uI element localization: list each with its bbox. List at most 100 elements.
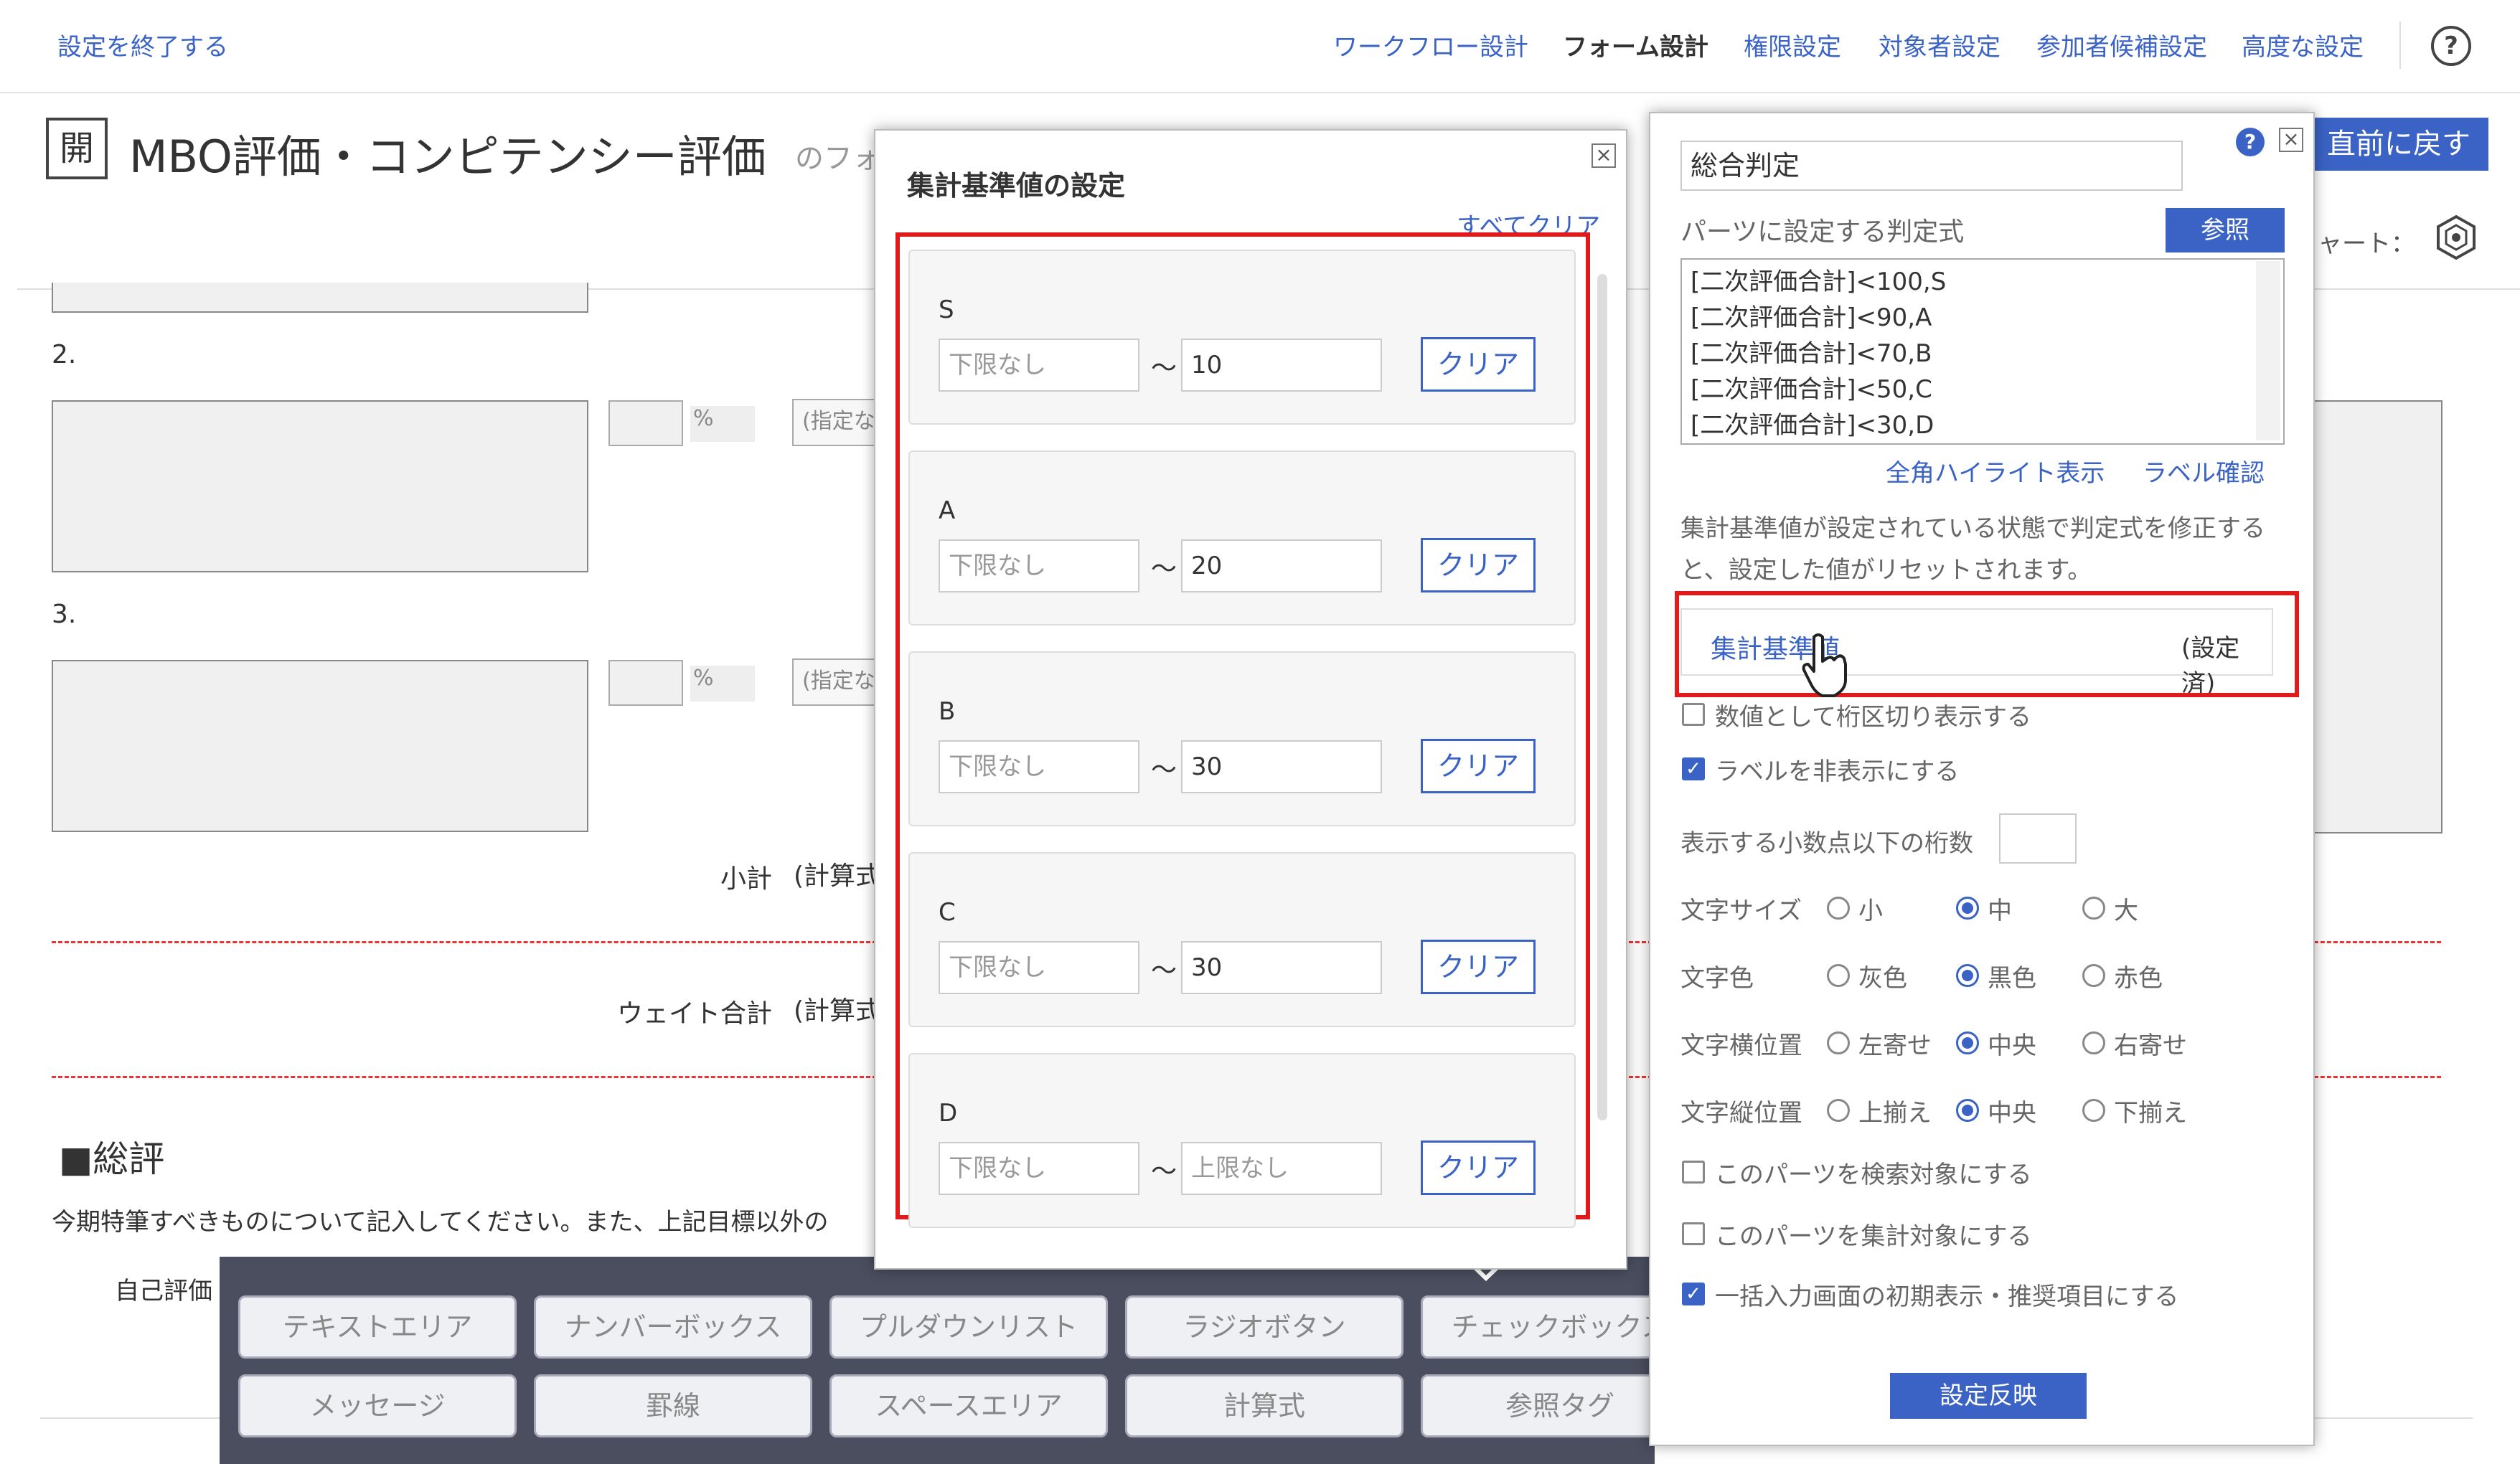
formula-textarea[interactable]: [二次評価合計]<100,S [二次評価合計]<90,A [二次評価合計]<70… [1680, 258, 2285, 445]
part-radio[interactable]: ラジオボタン [1125, 1295, 1404, 1359]
grade-select-3[interactable]: (指定な [792, 658, 885, 706]
part-space[interactable]: スペースエリア [829, 1374, 1108, 1437]
part-pulldown[interactable]: プルダウンリスト [829, 1295, 1108, 1359]
range-tilde: ～ [1151, 354, 1177, 383]
nav-permission-settings[interactable]: 権限設定 [1744, 27, 1841, 62]
chart-settings-icon[interactable] [2432, 214, 2480, 261]
rank-name: C [939, 898, 956, 927]
nav-workflow-design[interactable]: ワークフロー設計 [1333, 27, 1528, 62]
reference-button[interactable]: 参照 [2166, 208, 2285, 252]
formula-line: [二次評価合計]<50,C [1691, 375, 1932, 404]
dialog-title: 集計基準値の設定 [907, 170, 1126, 202]
v-align-top-radio[interactable] [1827, 1099, 1850, 1122]
decimals-input[interactable] [1999, 813, 2077, 864]
part-settings-dialog: ? × 総合判定 パーツに設定する判定式 参照 [二次評価合計]<100,S [… [1649, 112, 2315, 1446]
close-icon[interactable]: × [1592, 143, 1616, 168]
lower-limit-input[interactable]: 下限なし [939, 339, 1139, 392]
font-size-large-radio[interactable] [2082, 897, 2105, 920]
lower-limit-input[interactable]: 下限なし [939, 539, 1139, 592]
font-size-small-radio[interactable] [1827, 897, 1850, 920]
numeric-separator-label: 数値として桁区切り表示する [1715, 703, 2031, 732]
part-name-input[interactable]: 総合判定 [1680, 141, 2183, 191]
search-target-label: このパーツを検索対象にする [1715, 1161, 2032, 1189]
font-color-gray-radio[interactable] [1827, 964, 1850, 987]
close-icon[interactable]: × [2279, 128, 2303, 152]
clear-button[interactable]: クリア [1421, 739, 1536, 793]
dialog-scrollbar[interactable] [1597, 274, 1607, 1120]
text-area-3[interactable] [52, 660, 588, 832]
subtotal-formula: (計算式 [794, 861, 882, 891]
clear-button[interactable]: クリア [1421, 940, 1536, 994]
nav-target-settings[interactable]: 対象者設定 [1879, 27, 2001, 62]
h-align-center-radio[interactable] [1956, 1031, 1979, 1054]
range-tilde: ～ [1151, 956, 1177, 986]
upper-limit-input[interactable]: 30 [1181, 740, 1382, 793]
text-area-1[interactable] [52, 283, 588, 313]
help-icon[interactable]: ? [2431, 26, 2471, 66]
h-align-right-radio[interactable] [2082, 1031, 2105, 1054]
clear-button[interactable]: クリア [1421, 1140, 1536, 1195]
v-align-middle-radio[interactable] [1956, 1099, 1979, 1122]
lower-limit-input[interactable]: 下限なし [939, 740, 1139, 793]
item-number-2: 2. [52, 340, 77, 369]
help-icon[interactable]: ? [2236, 128, 2265, 156]
page-title-suffix: のフォ [795, 142, 881, 175]
numeric-separator-checkbox[interactable] [1682, 703, 1705, 726]
lower-limit-input[interactable]: 下限なし [939, 941, 1139, 994]
fullwidth-highlight-link[interactable]: 全角ハイライト表示 [1886, 453, 2105, 488]
formula-line: [二次評価合計]<100,S [1691, 268, 1947, 296]
upper-limit-input[interactable]: 20 [1181, 539, 1382, 592]
clear-button[interactable]: クリア [1421, 337, 1536, 392]
grade-select-2[interactable]: (指定な [792, 399, 885, 446]
rank-row-d: D 下限なし ～ 上限なし クリア [908, 1053, 1576, 1228]
undo-button[interactable]: 直前に戻す [2309, 118, 2488, 171]
rank-row-s: S 下限なし ～ 10 クリア [908, 250, 1576, 425]
bulk-input-checkbox[interactable]: ✓ [1682, 1283, 1705, 1305]
rank-name: D [939, 1099, 958, 1128]
weight-input-2[interactable] [608, 400, 683, 446]
nav-participant-settings[interactable]: 参加者候補設定 [2036, 27, 2207, 62]
font-size-medium-label: 中 [1988, 897, 2012, 925]
rank-name: S [939, 296, 954, 324]
part-rule[interactable]: 罫線 [534, 1374, 812, 1437]
instruction-text: 今期特筆すべきものについて記入してください。また、上記目標以外の [52, 1208, 829, 1237]
exit-settings-link[interactable]: 設定を終了する [57, 27, 228, 62]
text-area-2[interactable] [52, 400, 588, 572]
upper-limit-input[interactable]: 10 [1181, 339, 1382, 392]
rank-name: A [939, 496, 956, 525]
hide-label-checkbox[interactable]: ✓ [1682, 757, 1705, 780]
v-align-bottom-radio[interactable] [2082, 1099, 2105, 1122]
part-textarea[interactable]: テキストエリア [238, 1295, 517, 1359]
v-align-top-label: 上揃え [1858, 1099, 1932, 1128]
search-target-checkbox[interactable] [1682, 1161, 1705, 1184]
part-message[interactable]: メッセージ [238, 1374, 517, 1437]
apply-settings-button[interactable]: 設定反映 [1890, 1373, 2087, 1419]
aggregate-target-checkbox[interactable] [1682, 1222, 1705, 1245]
part-numberbox[interactable]: ナンバーボックス [534, 1295, 812, 1359]
h-align-left-radio[interactable] [1827, 1031, 1850, 1054]
font-color-red-radio[interactable] [2082, 964, 2105, 987]
h-align-right-label: 右寄せ [2114, 1031, 2187, 1060]
nav-advanced-settings[interactable]: 高度な設定 [2242, 27, 2364, 62]
percent-label-3: % [690, 666, 755, 702]
lower-limit-input[interactable]: 下限なし [939, 1142, 1139, 1195]
range-tilde: ～ [1151, 1157, 1177, 1186]
font-color-red-label: 赤色 [2114, 964, 2163, 993]
formula-line: [二次評価合計]<90,A [1691, 303, 1932, 332]
nav-form-design[interactable]: フォーム設計 [1563, 27, 1708, 62]
formula-label: パーツに設定する判定式 [1680, 217, 1965, 247]
label-check-link[interactable]: ラベル確認 [2143, 453, 2265, 488]
font-color-black-radio[interactable] [1956, 964, 1979, 987]
part-formula[interactable]: 計算式 [1125, 1374, 1404, 1437]
weight-input-3[interactable] [608, 660, 683, 706]
upper-limit-input[interactable]: 上限なし [1181, 1142, 1382, 1195]
upper-limit-input[interactable]: 30 [1181, 941, 1382, 994]
highlight-frame [1675, 591, 2299, 697]
formula-scrollbar[interactable] [2256, 261, 2280, 440]
clear-button[interactable]: クリア [1421, 538, 1536, 592]
font-size-medium-radio[interactable] [1956, 897, 1979, 920]
v-align-label: 文字縦位置 [1680, 1099, 1802, 1128]
font-color-label: 文字色 [1680, 964, 1754, 993]
font-size-small-label: 小 [1858, 897, 1883, 925]
self-eval-label: 自己評価 [115, 1277, 212, 1305]
